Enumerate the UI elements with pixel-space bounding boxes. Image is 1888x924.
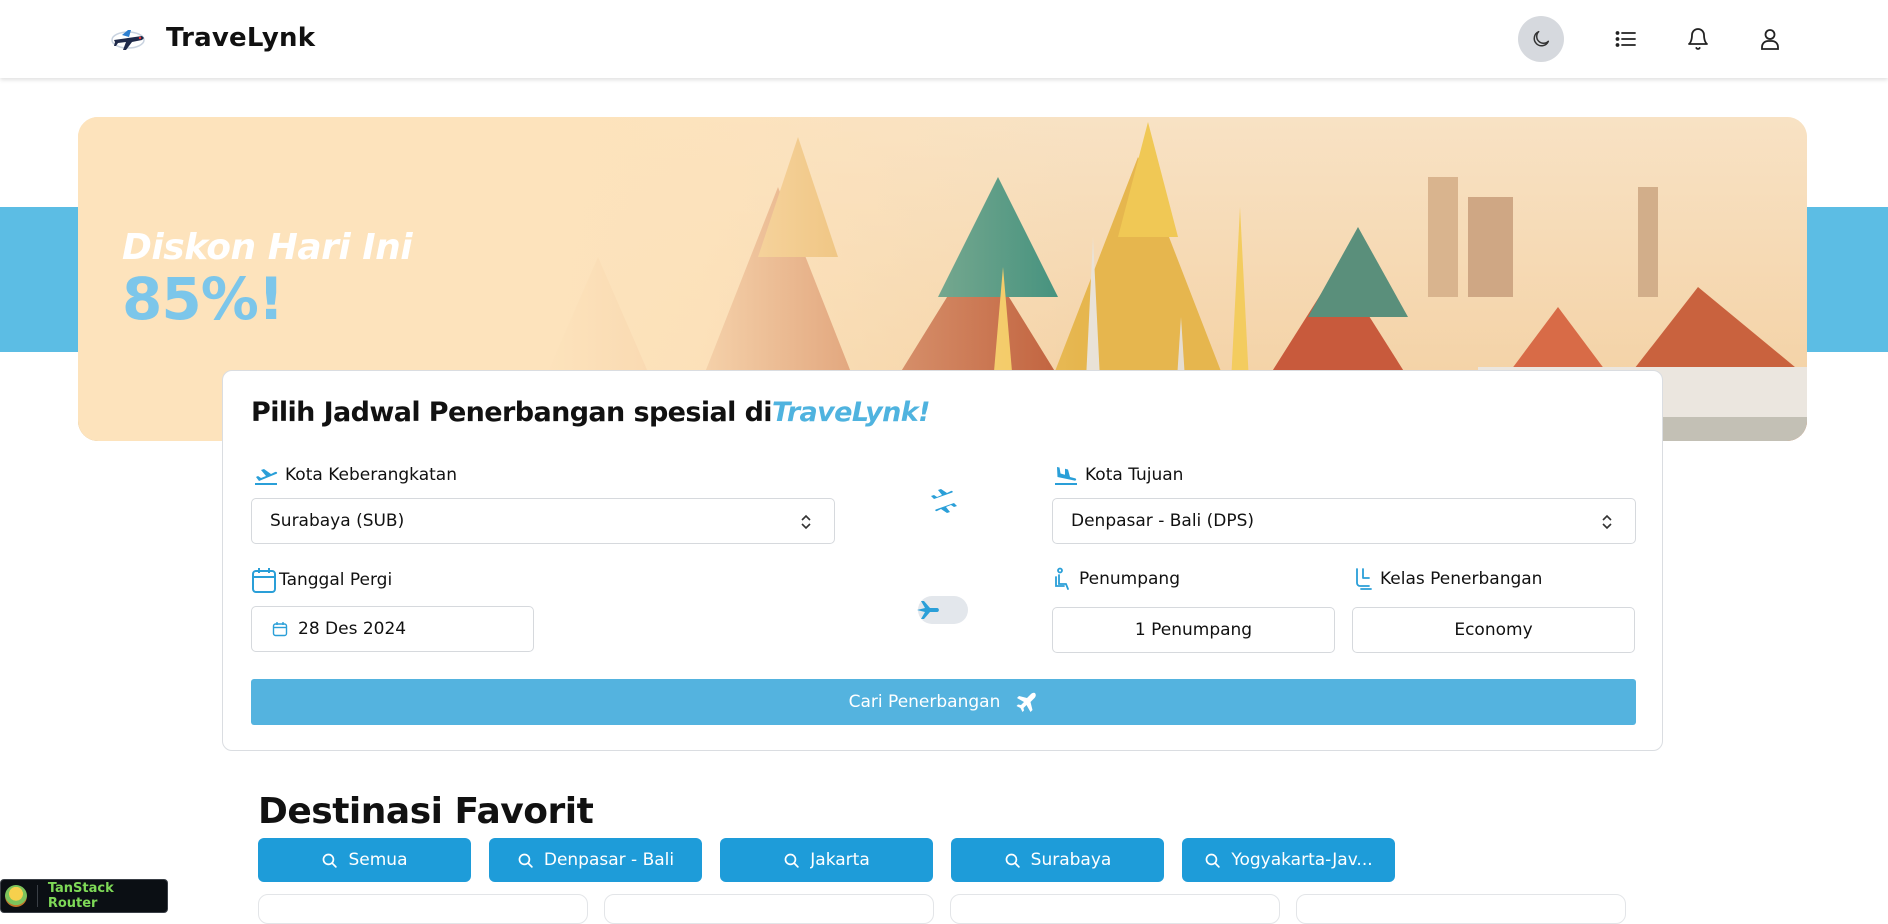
class-label-text: Kelas Penerbangan [1380, 569, 1543, 589]
passenger-count-button[interactable]: 1 Penumpang [1052, 607, 1335, 653]
notifications-button[interactable] [1675, 16, 1721, 62]
chip-label: Surabaya [1030, 850, 1112, 870]
destination-select[interactable]: Denpasar - Bali (DPS) [1052, 498, 1636, 544]
plane-toggle-knob-icon [917, 601, 939, 619]
destination-card[interactable] [950, 894, 1280, 924]
search-card-title-brand: TraveLynk! [771, 397, 930, 428]
chevron-updown-icon [1602, 514, 1612, 530]
chip-yogyakarta[interactable]: Yogyakarta-Jav... [1182, 838, 1395, 882]
class-label: Kelas Penerbangan [1354, 567, 1542, 591]
devtools-divider [36, 885, 38, 907]
search-card-title: Pilih Jadwal Penerbangan spesial diTrave… [251, 397, 930, 428]
chip-label: Yogyakarta-Jav... [1231, 850, 1373, 870]
seat-class-icon [1356, 568, 1372, 590]
brand[interactable]: TraveLynk [108, 18, 315, 58]
chip-label: Semua [348, 850, 408, 870]
destination-label-text: Kota Tujuan [1085, 465, 1184, 485]
plane-landing-icon [1055, 467, 1077, 485]
tanstack-router-devtools-button[interactable]: TanStack Router [0, 879, 168, 913]
destination-card[interactable] [1296, 894, 1626, 924]
search-icon [518, 853, 533, 868]
moon-icon [1533, 30, 1550, 47]
passenger-count-value: 1 Penumpang [1134, 620, 1253, 640]
chip-surabaya[interactable]: Surabaya [951, 838, 1164, 882]
search-icon [323, 853, 338, 868]
destination-card[interactable] [604, 894, 934, 924]
departure-select[interactable]: Surabaya (SUB) [251, 498, 835, 544]
favorite-destinations-title: Destinasi Favorit [258, 791, 594, 832]
destination-card[interactable] [258, 894, 588, 924]
departure-label-text: Kota Keberangkatan [285, 465, 457, 485]
departure-date-value: 28 Des 2024 [298, 619, 407, 639]
promo-headline: Diskon Hari Ini [122, 227, 413, 268]
search-card-title-text: Pilih Jadwal Penerbangan spesial di [251, 397, 773, 428]
date-label: Tanggal Pergi [251, 566, 392, 594]
search-flights-label: Cari Penerbangan [848, 692, 1001, 712]
swap-cities-icon[interactable] [927, 484, 961, 518]
flight-class-button[interactable]: Economy [1352, 607, 1635, 653]
round-trip-toggle[interactable] [917, 596, 968, 624]
menu-list-button[interactable] [1603, 16, 1649, 62]
plane-logo-icon [111, 30, 145, 50]
calendar-small-icon [272, 622, 288, 637]
user-icon [1761, 29, 1779, 50]
profile-button[interactable] [1747, 16, 1793, 62]
theme-toggle-button[interactable] [1518, 16, 1564, 62]
chip-label: Jakarta [810, 850, 870, 870]
chevron-updown-icon [801, 514, 811, 530]
list-icon [1615, 31, 1636, 47]
devtools-label: TanStack Router [47, 881, 114, 911]
bell-icon [1688, 28, 1708, 50]
plane-icon [1016, 692, 1037, 712]
brand-name: TraveLynk [166, 23, 316, 53]
chip-denpasar-bali[interactable]: Denpasar - Bali [489, 838, 702, 882]
promo-discount: 85%! [122, 265, 284, 333]
chip-label: Denpasar - Bali [543, 850, 675, 870]
flight-search-card: Pilih Jadwal Penerbangan spesial diTrave… [222, 370, 1663, 751]
departure-label: Kota Keberangkatan [253, 463, 457, 487]
passenger-label-text: Penumpang [1079, 569, 1180, 589]
calendar-icon [252, 568, 276, 593]
plane-takeoff-icon [255, 469, 278, 485]
seat-passenger-icon [1055, 567, 1069, 590]
destination-label: Kota Tujuan [1053, 463, 1183, 487]
flight-class-value: Economy [1454, 620, 1533, 640]
departure-date-input[interactable]: 28 Des 2024 [251, 606, 534, 652]
passenger-label: Penumpang [1053, 567, 1180, 591]
destination-value: Denpasar - Bali (DPS) [1071, 511, 1255, 531]
date-label-text: Tanggal Pergi [279, 570, 393, 590]
search-icon [1205, 853, 1221, 868]
search-icon [1005, 853, 1020, 868]
top-navbar: TraveLynk [0, 0, 1888, 78]
search-flights-button[interactable]: Cari Penerbangan [251, 679, 1636, 725]
search-icon [784, 853, 799, 868]
tanstack-logo-icon [5, 885, 27, 907]
chip-jakarta[interactable]: Jakarta [720, 838, 933, 882]
departure-value: Surabaya (SUB) [270, 511, 405, 531]
chip-semua[interactable]: Semua [258, 838, 471, 882]
